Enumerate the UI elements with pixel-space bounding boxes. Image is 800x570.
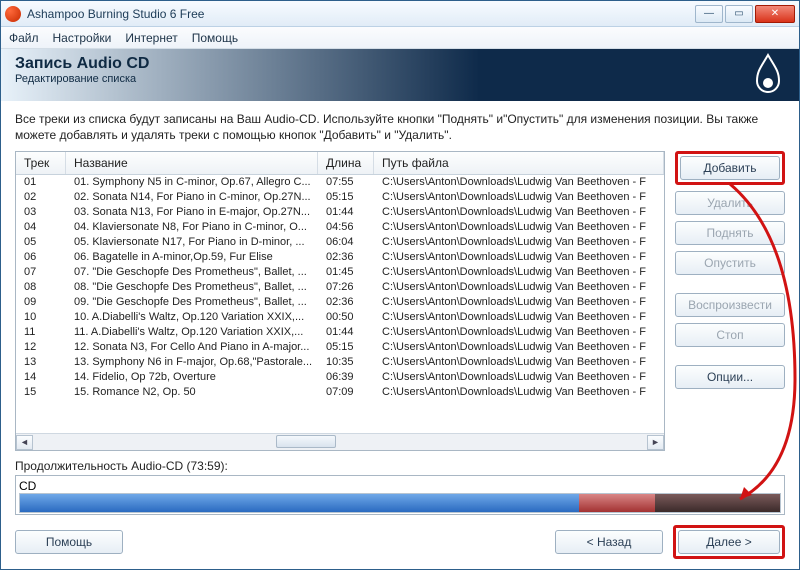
tick-label: 80мин bbox=[752, 514, 781, 515]
horizontal-scrollbar[interactable]: ◄ ► bbox=[16, 433, 664, 450]
timeline-fill bbox=[20, 494, 579, 512]
maximize-button[interactable]: ▭ bbox=[725, 5, 753, 23]
col-length[interactable]: Длина bbox=[318, 152, 374, 174]
table-row[interactable]: 0909. "Die Geschopfe Des Prometheus", Ba… bbox=[16, 295, 664, 310]
table-row[interactable]: 1313. Symphony N6 in F-major, Op.68,"Pas… bbox=[16, 355, 664, 370]
down-button[interactable]: Опустить bbox=[675, 251, 785, 275]
tick-label: 00мин bbox=[19, 514, 48, 515]
table-row[interactable]: 0707. "Die Geschopfe Des Prometheus", Ba… bbox=[16, 265, 664, 280]
menubar: Файл Настройки Интернет Помощь bbox=[1, 27, 799, 49]
back-button[interactable]: < Назад bbox=[555, 530, 663, 554]
scroll-thumb[interactable] bbox=[276, 435, 336, 448]
options-button[interactable]: Опции... bbox=[675, 365, 785, 389]
scroll-left-icon[interactable]: ◄ bbox=[16, 435, 33, 450]
menu-settings[interactable]: Настройки bbox=[53, 31, 112, 45]
highlight-next: Далее > bbox=[673, 525, 785, 559]
flame-icon bbox=[751, 53, 785, 97]
table-row[interactable]: 1010. A.Diabelli's Waltz, Op.120 Variati… bbox=[16, 310, 664, 325]
duration-label: Продолжительность Audio-CD (73:59): bbox=[15, 459, 785, 473]
col-track[interactable]: Трек bbox=[16, 152, 66, 174]
menu-help[interactable]: Помощь bbox=[192, 31, 238, 45]
side-buttons: Добавить Удалить Поднять Опустить Воспро… bbox=[675, 151, 785, 451]
highlight-add: Добавить bbox=[675, 151, 785, 185]
tick-label: 20мин bbox=[202, 514, 231, 515]
tick-label: 40мин bbox=[385, 514, 414, 515]
list-header: Трек Название Длина Путь файла bbox=[16, 152, 664, 175]
next-button[interactable]: Далее > bbox=[678, 530, 780, 554]
col-name[interactable]: Название bbox=[66, 152, 318, 174]
timeline-beyond bbox=[655, 494, 780, 512]
table-row[interactable]: 0505. Klaviersonate N17, For Piano in D-… bbox=[16, 235, 664, 250]
table-row[interactable]: 0101. Symphony N5 in C-minor, Op.67, All… bbox=[16, 175, 664, 190]
timeline-overflow bbox=[579, 494, 655, 512]
play-button[interactable]: Воспроизвести bbox=[675, 293, 785, 317]
help-button[interactable]: Помощь bbox=[15, 530, 123, 554]
table-row[interactable]: 0202. Sonata N14, For Piano in C-minor, … bbox=[16, 190, 664, 205]
close-button[interactable]: ✕ bbox=[755, 5, 795, 23]
up-button[interactable]: Поднять bbox=[675, 221, 785, 245]
table-row[interactable]: 1414. Fidelio, Op 72b, Overture06:39C:\U… bbox=[16, 370, 664, 385]
table-row[interactable]: 0404. Klaviersonate N8, For Piano in C-m… bbox=[16, 220, 664, 235]
stop-button[interactable]: Стоп bbox=[675, 323, 785, 347]
menu-internet[interactable]: Интернет bbox=[125, 31, 177, 45]
page-subtitle: Редактирование списка bbox=[15, 73, 785, 85]
timeline: CD 00мин 20мин 40мин 60мин 80мин bbox=[15, 475, 785, 515]
page-header: Запись Audio CD Редактирование списка bbox=[1, 49, 799, 101]
content: Все треки из списка будут записаны на Ва… bbox=[1, 101, 799, 567]
window-controls: — ▭ ✕ bbox=[695, 5, 795, 23]
minimize-button[interactable]: — bbox=[695, 5, 723, 23]
add-button[interactable]: Добавить bbox=[680, 156, 780, 180]
app-icon bbox=[5, 6, 21, 22]
scroll-right-icon[interactable]: ► bbox=[647, 435, 664, 450]
col-path[interactable]: Путь файла bbox=[374, 152, 664, 174]
track-list: Трек Название Длина Путь файла 0101. Sym… bbox=[15, 151, 665, 451]
tick-label: 60мин bbox=[569, 514, 598, 515]
table-row[interactable]: 1111. A.Diabelli's Waltz, Op.120 Variati… bbox=[16, 325, 664, 340]
table-row[interactable]: 1515. Romance N2, Op. 5007:09C:\Users\An… bbox=[16, 385, 664, 400]
table-row[interactable]: 1212. Sonata N3, For Cello And Piano in … bbox=[16, 340, 664, 355]
timeline-bar bbox=[19, 493, 781, 513]
menu-file[interactable]: Файл bbox=[9, 31, 39, 45]
table-row[interactable]: 0303. Sonata N13, For Piano in E-major, … bbox=[16, 205, 664, 220]
page-title: Запись Audio CD bbox=[15, 55, 785, 73]
table-row[interactable]: 0606. Bagatelle in A-minor,Op.59, Fur El… bbox=[16, 250, 664, 265]
table-row[interactable]: 0808. "Die Geschopfe Des Prometheus", Ba… bbox=[16, 280, 664, 295]
app-window: Ashampoo Burning Studio 6 Free — ▭ ✕ Фай… bbox=[0, 0, 800, 570]
delete-button[interactable]: Удалить bbox=[675, 191, 785, 215]
window-title: Ashampoo Burning Studio 6 Free bbox=[27, 7, 695, 21]
titlebar: Ashampoo Burning Studio 6 Free — ▭ ✕ bbox=[1, 1, 799, 27]
timeline-ticks: 00мин 20мин 40мин 60мин 80мин bbox=[19, 513, 781, 515]
description-text: Все треки из списка будут записаны на Ва… bbox=[15, 111, 785, 143]
cd-marker: CD bbox=[19, 479, 36, 493]
list-body[interactable]: 0101. Symphony N5 in C-minor, Op.67, All… bbox=[16, 175, 664, 433]
footer: Помощь < Назад Далее > bbox=[15, 525, 785, 559]
